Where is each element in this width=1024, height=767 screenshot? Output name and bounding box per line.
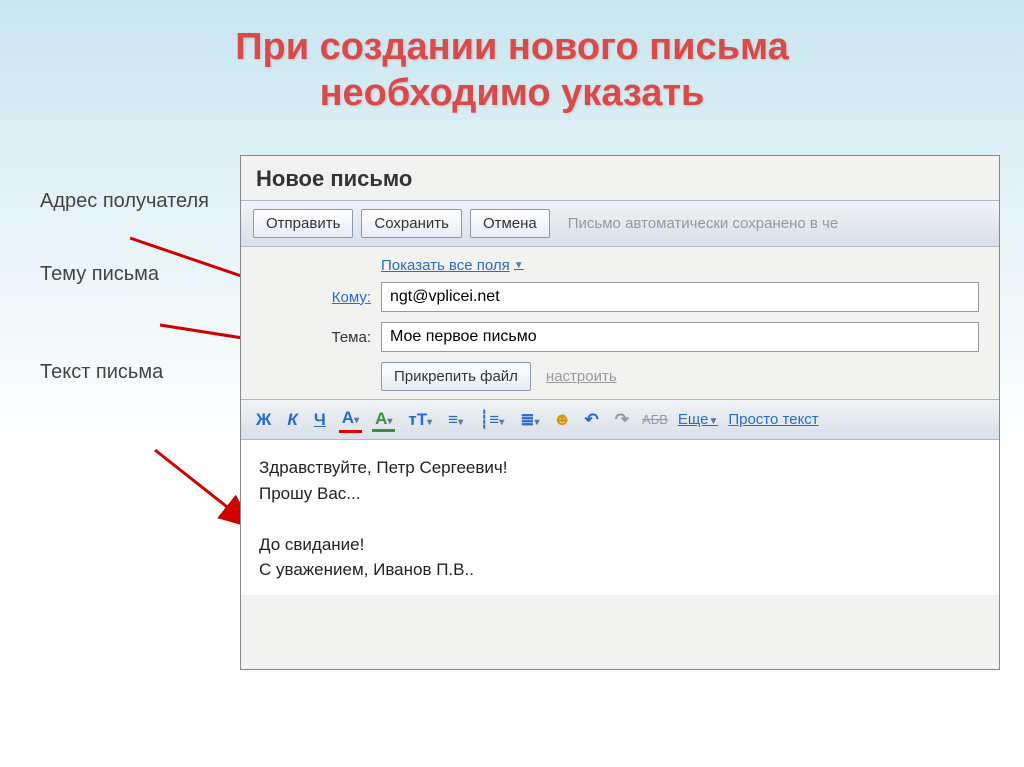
list-button[interactable]: ≣▾ [517, 408, 542, 432]
save-button[interactable]: Сохранить [361, 209, 462, 238]
title-line-2: необходимо указать [320, 72, 705, 114]
bold-button[interactable]: Ж [253, 408, 274, 432]
indent-button[interactable]: ┊≡▾ [476, 408, 507, 432]
fields-area: Показать все поля ▼ Кому: Тема: Прикрепи… [241, 247, 999, 399]
slide-title: При создании нового письма необходимо ук… [0, 0, 1024, 116]
annotation-labels: Адрес получателя Тему письма Текст письм… [40, 190, 220, 434]
arrow-body [155, 450, 250, 525]
chevron-down-icon: ▼ [514, 260, 524, 271]
emoticon-button[interactable]: ☻ [553, 409, 572, 430]
configure-link[interactable]: настроить [546, 368, 617, 385]
attach-row: Прикрепить файл настроить [381, 362, 979, 391]
align-button[interactable]: ≡▾ [445, 408, 466, 432]
autosave-status: Письмо автоматически сохранено в че [568, 215, 838, 232]
label-body: Текст письма [40, 361, 220, 384]
to-input[interactable] [381, 282, 979, 312]
subject-label: Тема: [261, 329, 371, 346]
italic-button[interactable]: К [284, 408, 300, 432]
email-body[interactable]: Здравствуйте, Петр Сергеевич! Прошу Вас.… [241, 440, 999, 595]
to-label[interactable]: Кому: [261, 289, 371, 306]
more-link[interactable]: Еще▼ [678, 411, 718, 428]
window-title: Новое письмо [241, 156, 999, 200]
attach-file-button[interactable]: Прикрепить файл [381, 362, 531, 391]
main-toolbar: Отправить Сохранить Отмена Письмо автома… [241, 200, 999, 247]
format-toolbar: Ж К Ч А▾ А▾ тТ▾ ≡▾ ┊≡▾ ≣▾ ☻ ↶ ↷ АБВ Еще▼… [241, 399, 999, 440]
font-size-button[interactable]: тТ▾ [405, 408, 435, 432]
cancel-button[interactable]: Отмена [470, 209, 550, 238]
underline-button[interactable]: Ч [311, 408, 329, 432]
label-subject: Тему письма [40, 263, 220, 286]
subject-input[interactable] [381, 322, 979, 352]
email-compose-window: Новое письмо Отправить Сохранить Отмена … [240, 155, 1000, 670]
plain-text-link[interactable]: Просто текст [728, 411, 818, 428]
redo-button[interactable]: ↷ [612, 408, 632, 432]
clear-format-button[interactable]: АБВ [642, 412, 668, 427]
undo-button[interactable]: ↶ [582, 408, 602, 432]
to-field-row: Кому: [381, 282, 979, 312]
subject-field-row: Тема: [381, 322, 979, 352]
show-all-fields-link[interactable]: Показать все поля ▼ [381, 257, 524, 274]
send-button[interactable]: Отправить [253, 209, 353, 238]
highlight-button[interactable]: А▾ [372, 407, 395, 432]
font-color-button[interactable]: А▾ [339, 406, 362, 433]
label-recipient: Адрес получателя [40, 190, 220, 213]
title-line-1: При создании нового письма [235, 26, 789, 68]
